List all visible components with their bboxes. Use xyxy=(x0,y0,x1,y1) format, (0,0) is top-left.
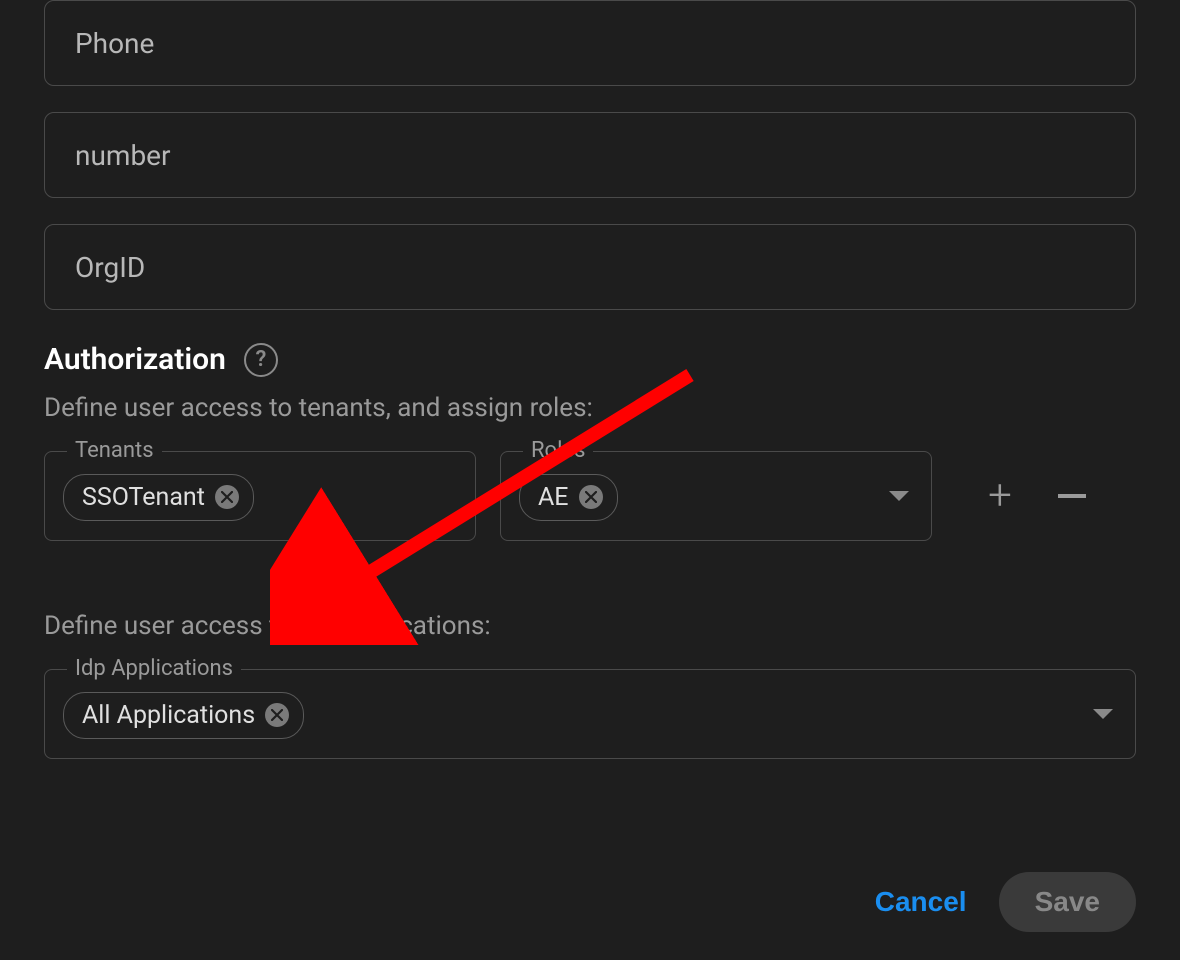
phone-field-value: Phone xyxy=(75,27,154,60)
number-field[interactable]: number xyxy=(44,112,1136,198)
roles-label: Roles xyxy=(523,438,593,463)
tenant-chip-label: SSOTenant xyxy=(82,483,205,512)
save-button[interactable]: Save xyxy=(999,872,1136,932)
idp-chip-remove-icon[interactable] xyxy=(265,703,289,727)
roles-select[interactable]: Roles AE xyxy=(500,451,932,541)
remove-row-button[interactable] xyxy=(1048,472,1096,520)
tenants-select[interactable]: Tenants SSOTenant xyxy=(44,451,476,541)
role-chip-label: AE xyxy=(538,483,569,512)
idp-dropdown-icon xyxy=(1093,709,1113,719)
footer-actions: Cancel Save xyxy=(875,872,1136,932)
role-chip-remove-icon[interactable] xyxy=(579,485,603,509)
number-field-value: number xyxy=(75,139,171,172)
plus-icon: + xyxy=(988,475,1012,517)
role-chip: AE xyxy=(519,474,618,521)
orgid-field-value: OrgID xyxy=(75,251,145,284)
orgid-field[interactable]: OrgID xyxy=(44,224,1136,310)
help-icon[interactable]: ? xyxy=(244,343,278,377)
tenants-label: Tenants xyxy=(67,438,162,463)
authorization-subtitle: Define user access to tenants, and assig… xyxy=(44,393,1136,423)
tenant-chip: SSOTenant xyxy=(63,474,254,521)
add-row-button[interactable]: + xyxy=(976,472,1024,520)
minus-icon xyxy=(1058,494,1086,498)
tenant-role-row: Tenants SSOTenant Roles AE + xyxy=(44,451,1136,541)
cancel-button[interactable]: Cancel xyxy=(875,886,967,918)
idp-chip: All Applications xyxy=(63,692,304,739)
phone-field[interactable]: Phone xyxy=(44,0,1136,86)
tenant-chip-remove-icon[interactable] xyxy=(215,485,239,509)
authorization-title: Authorization xyxy=(44,342,226,377)
idp-chip-label: All Applications xyxy=(82,701,255,730)
idp-subtitle: Define user access to IdP applications: xyxy=(44,611,1136,641)
authorization-header: Authorization ? xyxy=(44,342,1136,377)
idp-label: Idp Applications xyxy=(67,656,241,681)
idp-applications-select[interactable]: Idp Applications All Applications xyxy=(44,669,1136,759)
roles-dropdown-icon xyxy=(889,491,909,501)
